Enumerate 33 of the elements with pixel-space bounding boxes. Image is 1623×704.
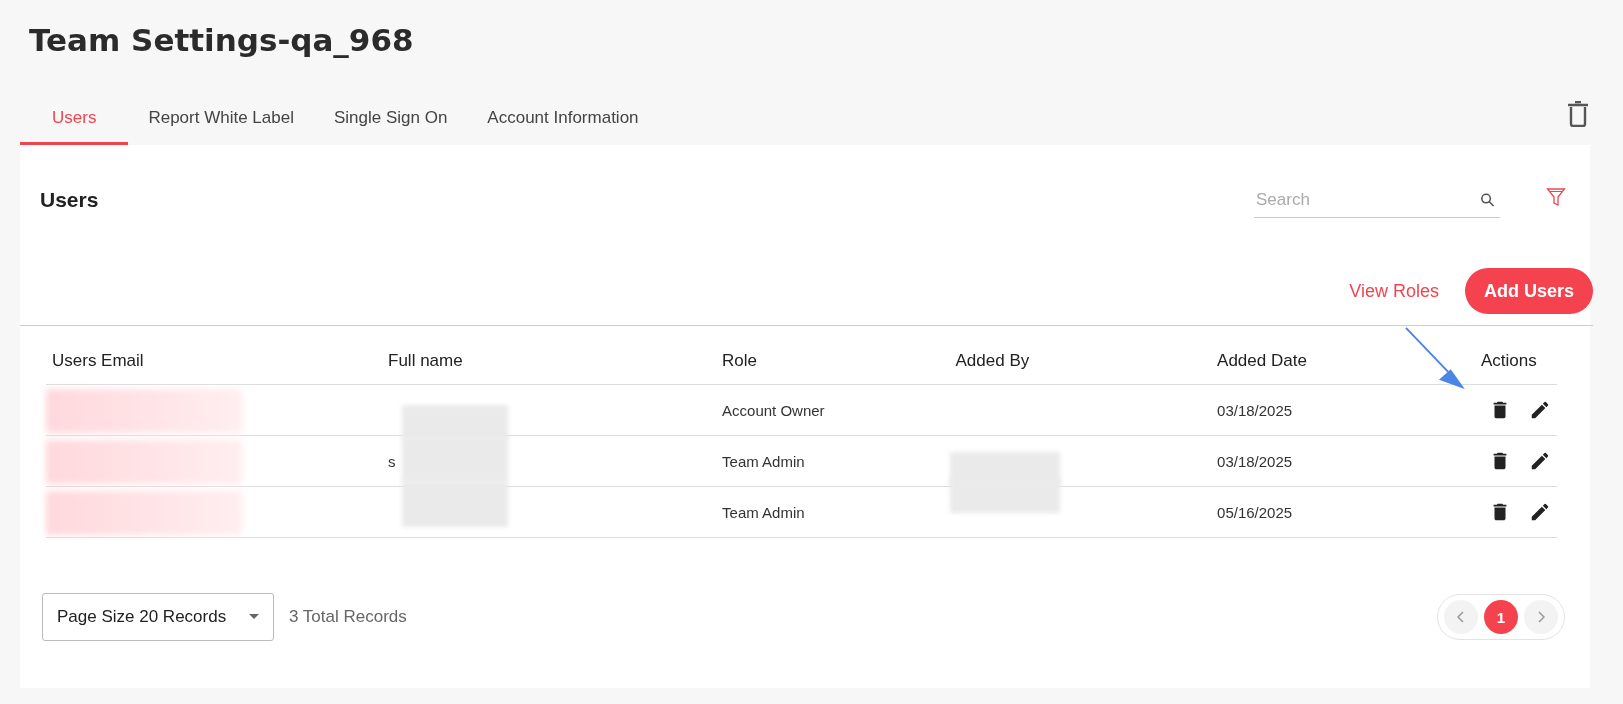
delete-icon[interactable] xyxy=(1567,101,1589,127)
table-cell: s xyxy=(388,452,396,470)
table-cell: Team Admin xyxy=(722,452,805,470)
section-title: Users xyxy=(40,188,99,212)
search-field[interactable]: Search xyxy=(1254,182,1500,218)
table-cell: Team Admin xyxy=(722,503,805,521)
table-cell: 03/18/2025 xyxy=(1217,401,1293,419)
page-size-dropdown[interactable]: Page Size 20 Records xyxy=(42,593,274,641)
column-header: Full name xyxy=(388,351,463,370)
table-cell: 05/16/2025 xyxy=(1217,503,1293,521)
column-header: Role xyxy=(722,351,758,370)
view-roles-link[interactable]: View Roles xyxy=(1349,280,1439,302)
edit-icon[interactable] xyxy=(1529,450,1551,472)
page-button[interactable]: 1 xyxy=(1484,600,1518,634)
caret-icon xyxy=(249,614,259,620)
edit-icon[interactable] xyxy=(1529,501,1551,523)
filter-icon[interactable] xyxy=(1546,187,1566,207)
total-records: 3 Total Records xyxy=(289,607,407,627)
table-cell: Account Owner xyxy=(722,401,825,419)
tab[interactable]: Account Information xyxy=(467,100,659,145)
add-users-button[interactable]: Add Users xyxy=(1465,268,1593,314)
tab[interactable]: Report White Label xyxy=(128,100,314,145)
column-header: Added Date xyxy=(1217,351,1307,370)
tab[interactable]: Single Sign On xyxy=(313,100,468,145)
column-header: Actions xyxy=(1481,351,1537,370)
chevron-left-icon xyxy=(1457,611,1465,623)
table-cell: 03/18/2025 xyxy=(1217,452,1293,470)
edit-icon[interactable] xyxy=(1529,399,1551,421)
search-input[interactable]: Search xyxy=(1254,188,1479,211)
chevron-right-icon xyxy=(1537,611,1545,623)
page-title: Team Settings-qa_968 xyxy=(28,21,415,60)
column-header: Users Email xyxy=(52,351,144,370)
column-header: Added By xyxy=(955,351,1030,370)
